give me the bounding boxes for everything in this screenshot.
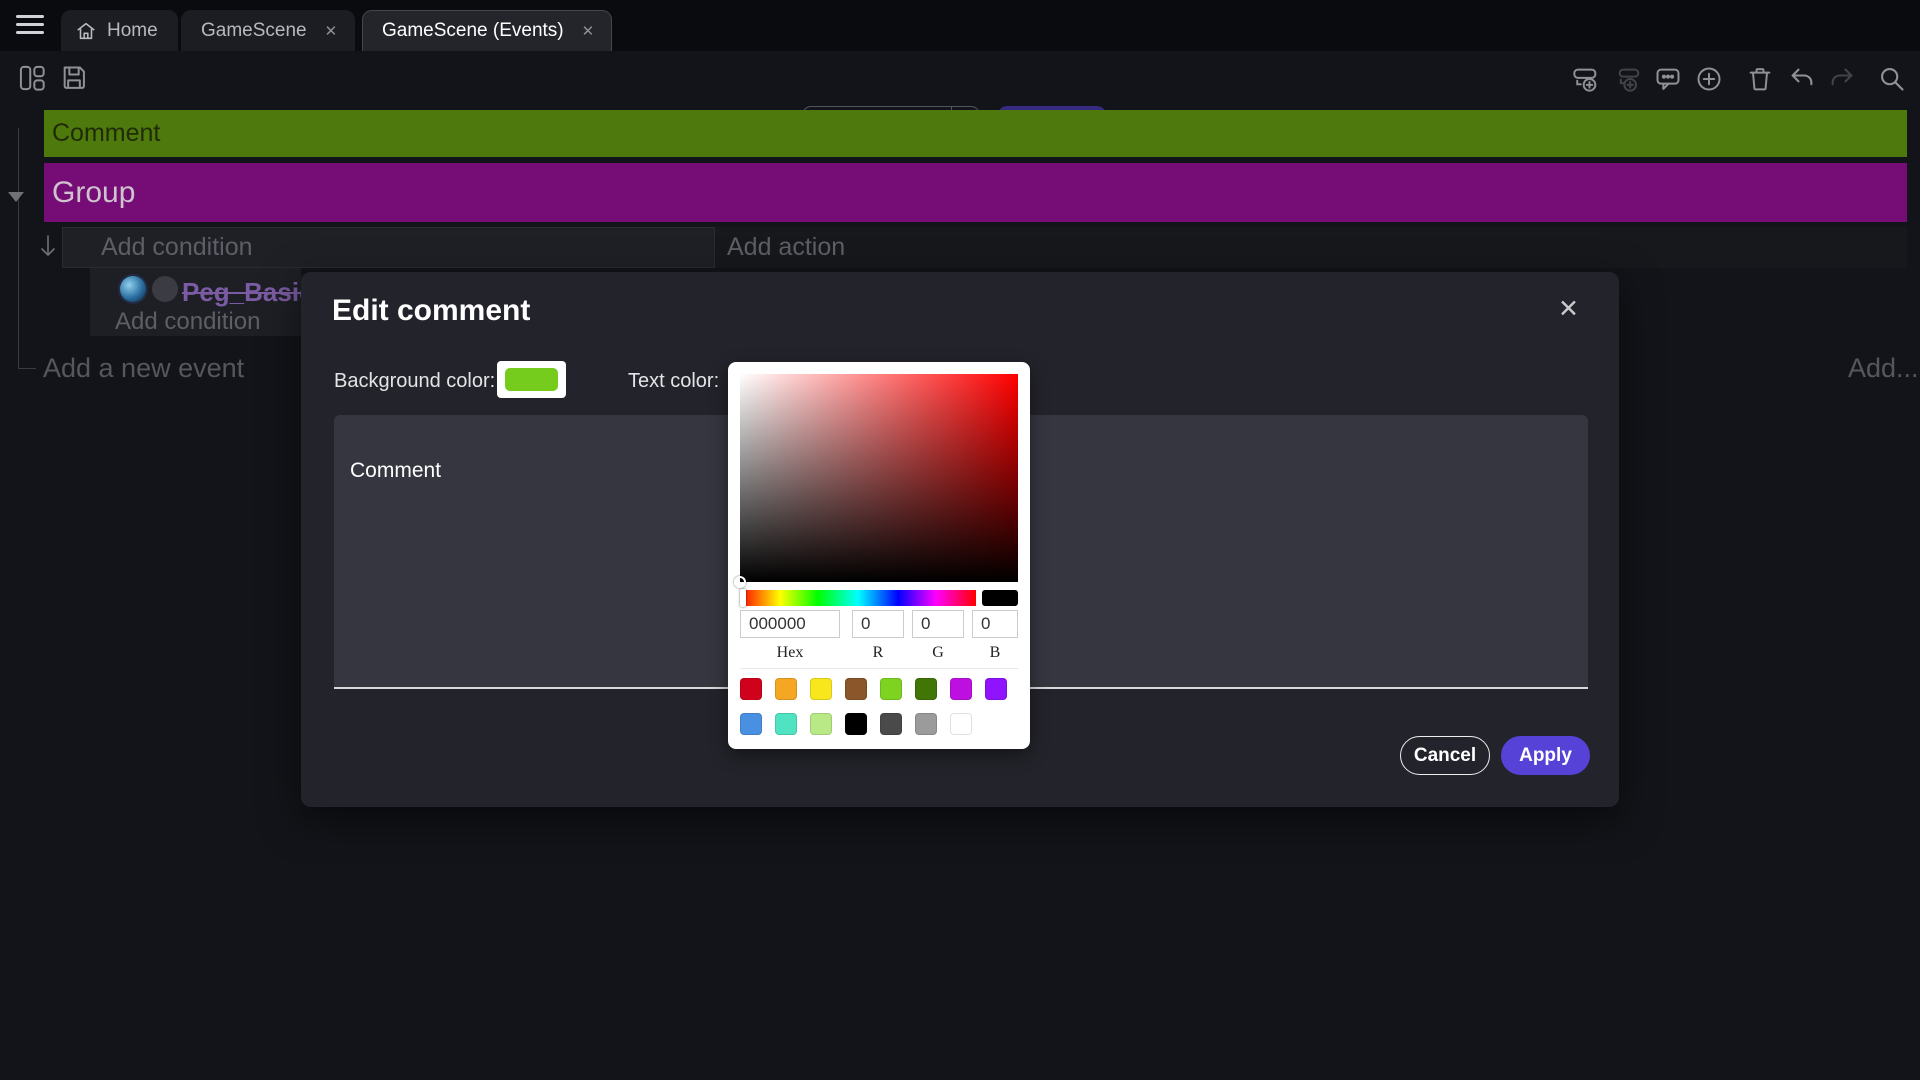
apply-button[interactable]: Apply	[1501, 736, 1590, 775]
picker-divider	[740, 668, 1018, 669]
object-placeholder-icon	[152, 276, 178, 302]
tab-gamescene-events[interactable]: GameScene (Events) ✕	[362, 10, 612, 51]
add-event-icon[interactable]	[1572, 65, 1600, 93]
object-event-name[interactable]: Peg_Basic	[182, 277, 314, 308]
preset-color-swatch[interactable]	[775, 678, 797, 700]
preset-color-swatch[interactable]	[845, 678, 867, 700]
delete-icon[interactable]	[1746, 65, 1774, 93]
close-icon[interactable]: ✕	[1558, 294, 1579, 324]
hue-slider-handle[interactable]	[740, 589, 746, 607]
preset-swatches	[740, 678, 1022, 748]
current-color-preview	[982, 590, 1018, 606]
redo-icon[interactable]	[1828, 65, 1856, 93]
preset-color-swatch[interactable]	[845, 713, 867, 735]
green-label: G	[912, 644, 964, 662]
close-tab-icon[interactable]: ✕	[325, 22, 338, 40]
object-sprite-icon	[120, 276, 146, 302]
text-color-label: Text color:	[628, 370, 719, 393]
preset-color-swatch[interactable]	[915, 678, 937, 700]
layout-panels-icon[interactable]	[18, 64, 46, 92]
save-icon[interactable]	[60, 64, 88, 92]
saturation-area[interactable]	[740, 374, 1018, 582]
sub-event-row[interactable]: Peg_Basic Add condition	[90, 268, 301, 336]
group-event-row[interactable]: Group	[44, 163, 1907, 222]
preset-color-swatch[interactable]	[810, 678, 832, 700]
hue-slider[interactable]	[740, 590, 976, 606]
add-action-label: Add action	[727, 233, 845, 262]
red-input[interactable]	[852, 610, 904, 638]
events-toolbar: Preview Publish	[0, 51, 1920, 105]
hex-input[interactable]	[740, 610, 840, 638]
preset-color-swatch[interactable]	[985, 678, 1007, 700]
add-new-event-button[interactable]: Add a new event	[43, 353, 244, 384]
tab-home[interactable]: Home	[61, 10, 178, 51]
preset-color-swatch[interactable]	[880, 713, 902, 735]
preset-color-swatch[interactable]	[950, 678, 972, 700]
preset-color-swatch[interactable]	[950, 713, 972, 735]
add-action-row[interactable]: Add action	[715, 227, 1907, 268]
red-label: R	[852, 644, 904, 662]
comment-event-row[interactable]: Comment	[44, 110, 1907, 157]
background-color-value	[505, 368, 558, 391]
group-expander-icon[interactable]	[8, 192, 24, 202]
tab-bar: Home GameScene ✕ GameScene (Events) ✕	[0, 0, 1920, 51]
add-condition-sub[interactable]: Add condition	[115, 308, 260, 336]
dialog-title: Edit comment	[332, 294, 530, 328]
blue-input[interactable]	[972, 610, 1018, 638]
hex-label: Hex	[740, 644, 840, 662]
comment-event-text: Comment	[52, 119, 160, 148]
preset-color-swatch[interactable]	[915, 713, 937, 735]
tab-label: GameScene (Events)	[382, 20, 564, 42]
cancel-button[interactable]: Cancel	[1400, 736, 1490, 775]
add-condition-label: Add condition	[101, 233, 253, 262]
home-icon	[75, 20, 97, 42]
preset-color-swatch[interactable]	[775, 713, 797, 735]
group-event-text: Group	[52, 176, 135, 210]
gdevelop-app: Home GameScene ✕ GameScene (Events) ✕	[0, 0, 1920, 1080]
preset-color-swatch[interactable]	[810, 713, 832, 735]
preset-color-swatch[interactable]	[740, 713, 762, 735]
tree-connector	[18, 128, 19, 368]
close-tab-icon[interactable]: ✕	[582, 22, 595, 40]
green-input[interactable]	[912, 610, 964, 638]
add-condition-row[interactable]: Add condition	[62, 227, 715, 268]
tree-connector	[18, 368, 36, 369]
background-color-label: Background color:	[334, 370, 495, 393]
preset-color-swatch[interactable]	[740, 678, 762, 700]
preset-color-swatch[interactable]	[880, 678, 902, 700]
add-subevent-icon[interactable]	[1615, 65, 1643, 93]
color-picker-popup: Hex R G B	[728, 362, 1030, 749]
search-icon[interactable]	[1878, 65, 1906, 93]
tab-label: GameScene	[201, 20, 307, 42]
tab-gamescene[interactable]: GameScene ✕	[181, 10, 355, 51]
add-more-button[interactable]: Add...	[1848, 353, 1919, 384]
blue-label: B	[972, 644, 1018, 662]
saturation-pointer[interactable]	[734, 576, 746, 588]
tab-label: Home	[107, 20, 158, 42]
menu-icon[interactable]	[16, 15, 44, 37]
subevent-arrow-icon	[38, 235, 58, 266]
add-comment-icon[interactable]	[1654, 65, 1682, 93]
background-color-swatch[interactable]	[497, 361, 566, 398]
add-other-event-icon[interactable]	[1695, 65, 1723, 93]
undo-icon[interactable]	[1788, 65, 1816, 93]
